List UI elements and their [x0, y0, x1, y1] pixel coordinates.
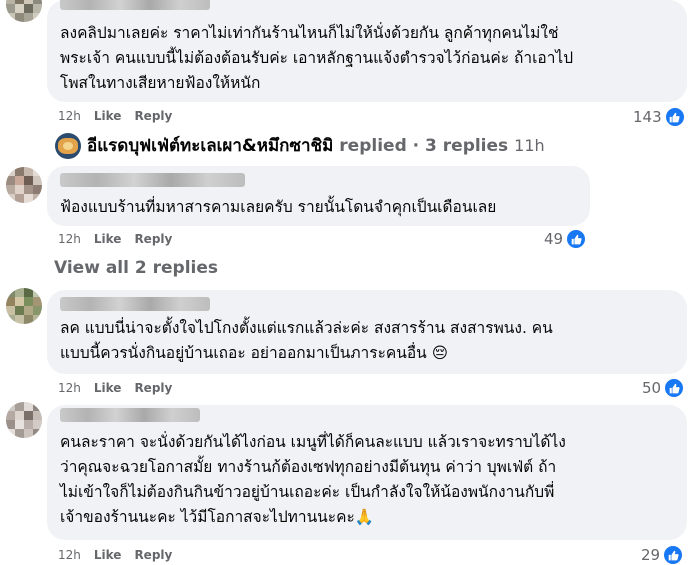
page-avatar: [55, 132, 81, 159]
comment-actions: 12h Like Reply: [58, 232, 172, 246]
page-replied-row[interactable]: อีแรดบุฟเฟ่ต์ทะเลเผา&หมึกซาชิมิ replied …: [55, 132, 545, 159]
reaction-count[interactable]: 29: [641, 545, 684, 565]
reaction-count[interactable]: 143: [633, 107, 685, 127]
like-reaction-icon: [566, 229, 587, 249]
avatar[interactable]: [6, 167, 42, 203]
comment-text: ฟ้องแบบร้านที่มหาสารคามเลยครับ รายนั้นโด…: [60, 198, 497, 216]
reply-button[interactable]: Reply: [134, 381, 172, 395]
reply-button[interactable]: Reply: [134, 109, 172, 123]
commenter-name-blurred[interactable]: [60, 0, 210, 10]
like-button[interactable]: Like: [94, 548, 122, 562]
avatar[interactable]: [6, 0, 42, 22]
comment-time[interactable]: 12h: [58, 548, 81, 562]
reaction-count-number: 50: [642, 379, 662, 397]
comment-time[interactable]: 12h: [58, 109, 81, 123]
like-button[interactable]: Like: [94, 232, 122, 246]
like-reaction-icon: [663, 545, 684, 565]
like-button[interactable]: Like: [94, 109, 122, 123]
replies-count[interactable]: replied · 3 replies: [339, 136, 508, 156]
commenter-name-blurred[interactable]: [60, 408, 200, 422]
reaction-count-number: 143: [633, 108, 662, 126]
comment-actions: 12h Like Reply: [58, 548, 172, 562]
reaction-count-number: 29: [641, 546, 661, 564]
reply-button[interactable]: Reply: [134, 548, 172, 562]
commenter-name-blurred[interactable]: [60, 173, 245, 187]
comment-text: ลค แบบนี่น่าจะตั้งใจไปโกงตั้งแต่แรกแล้วล…: [60, 319, 553, 362]
like-reaction-icon: [664, 378, 685, 398]
avatar[interactable]: [6, 402, 42, 438]
comment-text: ลงคลิปมาเลยค่ะ ราคาไม่เท่ากันร้านไหนก็ไม…: [60, 24, 574, 92]
like-button[interactable]: Like: [94, 381, 122, 395]
comment-text: คนละราคา จะนั่งด้วยกันได้ไงก่อน เมนูที่ไ…: [60, 433, 566, 526]
reply-time: 11h: [514, 136, 545, 155]
avatar[interactable]: [6, 288, 42, 324]
reaction-count[interactable]: 49: [544, 229, 587, 249]
commenter-name-blurred[interactable]: [60, 297, 210, 311]
reaction-count-number: 49: [544, 230, 564, 248]
like-reaction-icon: [664, 107, 685, 127]
comment-time[interactable]: 12h: [58, 232, 81, 246]
comment-actions: 12h Like Reply: [58, 109, 172, 123]
reaction-count[interactable]: 50: [642, 378, 685, 398]
page-name[interactable]: อีแรดบุฟเฟ่ต์ทะเลเผา&หมึกซาชิมิ: [87, 132, 333, 159]
comment-actions: 12h Like Reply: [58, 381, 172, 395]
view-all-replies-link[interactable]: View all 2 replies: [54, 258, 218, 278]
reply-button[interactable]: Reply: [134, 232, 172, 246]
comment-time[interactable]: 12h: [58, 381, 81, 395]
